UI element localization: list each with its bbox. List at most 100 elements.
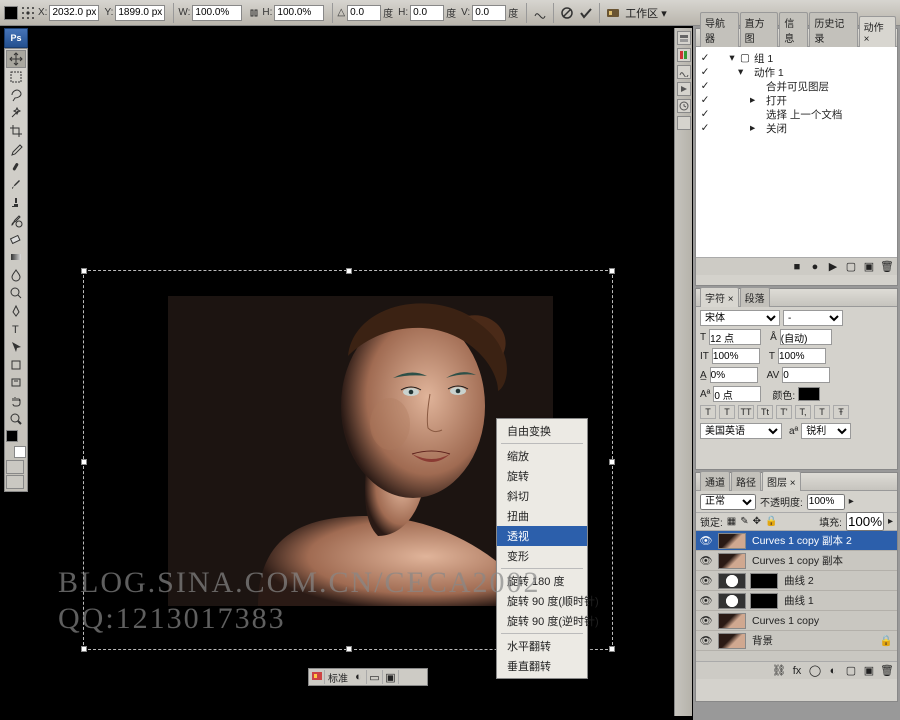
layer-row[interactable]: 👁Curves 1 copy 副本 2 xyxy=(696,531,897,551)
cancel-transform-icon[interactable] xyxy=(558,4,576,22)
lasso-tool[interactable] xyxy=(6,86,26,104)
gradient-tool[interactable] xyxy=(6,248,26,266)
eraser-tool[interactable] xyxy=(6,230,26,248)
handle-e[interactable] xyxy=(609,459,615,465)
leading-input[interactable] xyxy=(780,329,832,345)
style-T,[interactable]: T, xyxy=(795,405,811,419)
screenmode-icon[interactable] xyxy=(309,670,325,684)
angle-input[interactable] xyxy=(347,5,381,21)
notes-tool[interactable] xyxy=(6,374,26,392)
screenmode-max-icon[interactable]: ▣ xyxy=(383,670,399,684)
tab-图层[interactable]: 图层 × xyxy=(762,471,801,491)
history-icon[interactable] xyxy=(677,99,691,113)
wand-tool[interactable] xyxy=(6,104,26,122)
style-TT[interactable]: TT xyxy=(738,405,754,419)
toggle-check-icon[interactable]: ✓ xyxy=(698,94,712,106)
record-icon[interactable]: ● xyxy=(809,261,821,273)
link-layers-icon[interactable]: ⛓ xyxy=(773,665,785,677)
background-swatch[interactable] xyxy=(14,446,26,458)
blur-tool[interactable] xyxy=(6,266,26,284)
toggle-check-icon[interactable]: ✓ xyxy=(698,52,712,64)
font-style-select[interactable]: - xyxy=(783,310,843,326)
menu-水平翻转[interactable]: 水平翻转 xyxy=(497,636,587,656)
handle-s[interactable] xyxy=(346,646,352,652)
action-row[interactable]: ✓合并可见图层 xyxy=(698,79,895,93)
layer-row[interactable]: 👁背景🔒 xyxy=(696,631,897,651)
stamp-tool[interactable] xyxy=(6,194,26,212)
eyedropper-tool[interactable] xyxy=(6,140,26,158)
handle-n[interactable] xyxy=(346,268,352,274)
style-T[interactable]: T xyxy=(719,405,735,419)
menu-透视[interactable]: 透视 xyxy=(497,526,587,546)
tab-直方图[interactable]: 直方图 xyxy=(740,12,779,47)
zoom-tool[interactable] xyxy=(6,410,26,428)
style-T[interactable]: T xyxy=(814,405,830,419)
marquee-tool[interactable] xyxy=(6,68,26,86)
lock-move-icon[interactable]: ✥ xyxy=(753,516,761,527)
action-row[interactable]: ✓▾动作 1 xyxy=(698,65,895,79)
path-select-tool[interactable] xyxy=(6,338,26,356)
actions-tree[interactable]: ✓▾▢组 1✓▾动作 1✓合并可见图层✓▸打开✓选择 上一个文档✓▸关闭 xyxy=(696,47,897,257)
group-icon[interactable]: ▢ xyxy=(845,665,857,677)
visibility-icon[interactable]: 👁 xyxy=(696,614,716,627)
w-input[interactable] xyxy=(192,5,242,21)
visibility-icon[interactable]: 👁 xyxy=(696,574,716,587)
toggle-check-icon[interactable]: ✓ xyxy=(698,80,712,92)
fx-icon[interactable]: fx xyxy=(791,665,803,677)
tab-路径[interactable]: 路径 xyxy=(731,471,761,491)
tracking-input[interactable] xyxy=(782,367,830,383)
handle-se[interactable] xyxy=(609,646,615,652)
lock-trans-icon[interactable]: ▦ xyxy=(727,516,736,527)
tab-字符[interactable]: 字符 × xyxy=(700,287,739,307)
language-select[interactable]: 美国英语 xyxy=(700,423,782,439)
heal-tool[interactable] xyxy=(6,158,26,176)
menu-旋转 90 度(顺时针)[interactable]: 旋转 90 度(顺时针) xyxy=(497,591,587,611)
opacity-input[interactable] xyxy=(807,494,845,510)
hscale-input[interactable] xyxy=(778,348,826,364)
styles-icon[interactable] xyxy=(677,116,691,130)
skewv-input[interactable] xyxy=(472,5,506,21)
adjustment-icon[interactable]: ◐ xyxy=(827,665,839,677)
color-picker[interactable] xyxy=(6,430,26,458)
new-action-icon[interactable]: ▣ xyxy=(863,261,875,273)
layer-list[interactable]: 👁Curves 1 copy 副本 2👁Curves 1 copy 副本👁曲线 … xyxy=(696,531,897,661)
lock-paint-icon[interactable]: ✎ xyxy=(740,516,748,527)
layers-panel-tabs[interactable]: 通道路径图层 × xyxy=(696,473,897,491)
handle-w[interactable] xyxy=(81,459,87,465)
toggle-check-icon[interactable]: ✓ xyxy=(698,66,712,78)
tab-通道[interactable]: 通道 xyxy=(700,471,730,491)
menu-旋转[interactable]: 旋转 xyxy=(497,466,587,486)
handle-nw[interactable] xyxy=(81,268,87,274)
style-T'[interactable]: T' xyxy=(776,405,792,419)
move-tool[interactable] xyxy=(6,50,26,68)
tab-历史记录[interactable]: 历史记录 xyxy=(809,12,857,47)
toggle-check-icon[interactable]: ✓ xyxy=(698,108,712,120)
transform-ref-icon[interactable] xyxy=(4,6,18,20)
layers-icon[interactable] xyxy=(677,31,691,45)
channels-icon[interactable] xyxy=(677,48,691,62)
visibility-icon[interactable]: 👁 xyxy=(696,634,716,647)
workspace-menu[interactable]: 工作区 ▾ xyxy=(625,5,667,21)
baseline-input[interactable] xyxy=(713,386,761,402)
layer-row[interactable]: 👁曲线 2 xyxy=(696,571,897,591)
pen-tool[interactable] xyxy=(6,302,26,320)
h-input[interactable] xyxy=(274,5,324,21)
new-layer-icon[interactable]: ▣ xyxy=(863,665,875,677)
handle-ne[interactable] xyxy=(609,268,615,274)
play-icon[interactable]: ▶ xyxy=(827,261,839,273)
commit-transform-icon[interactable] xyxy=(577,4,595,22)
font-family-select[interactable]: 宋体 xyxy=(700,310,780,326)
history-brush-tool[interactable] xyxy=(6,212,26,230)
font-size-input[interactable] xyxy=(709,329,761,345)
tab-信息[interactable]: 信息 xyxy=(779,12,808,47)
foreground-swatch[interactable] xyxy=(6,430,18,442)
character-panel-tabs[interactable]: 字符 ×段落 xyxy=(696,289,897,307)
screenmode-bar[interactable]: 标准 ◐ ▭ ▣ xyxy=(308,668,428,686)
crop-tool[interactable] xyxy=(6,122,26,140)
menu-垂直翻转[interactable]: 垂直翻转 xyxy=(497,656,587,676)
mask-icon[interactable]: ◯ xyxy=(809,665,821,677)
handle-sw[interactable] xyxy=(81,646,87,652)
screenmode-full-icon[interactable]: ▭ xyxy=(367,670,383,684)
go-to-bridge-icon[interactable] xyxy=(604,4,622,22)
screenmode-std-icon[interactable]: ◐ xyxy=(351,670,367,684)
